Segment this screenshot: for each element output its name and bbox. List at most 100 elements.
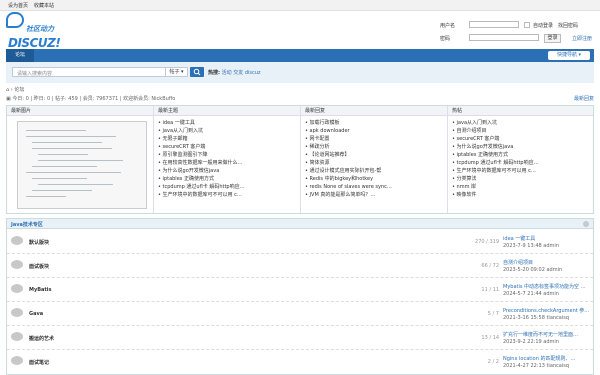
search-button[interactable] <box>190 67 204 77</box>
list-item[interactable]: • secureCRT 客户端 <box>452 135 539 143</box>
hot-search-item[interactable]: 交友 <box>233 70 243 76</box>
stat-posts: 帖子: 459 <box>55 96 78 102</box>
forum-row[interactable]: MyBatis 11 / 11 Mybatis 中动态标签事项功能为空 … 20… <box>7 279 593 302</box>
forum-row[interactable]: 默认版块 270 / 319 idea 一键工具 2023-7-9 13:48 … <box>7 231 593 254</box>
bookmark-link[interactable]: 收藏本站 <box>34 2 54 9</box>
forum-last-title[interactable]: 扩充行一维度而不可无一地里面… <box>503 331 591 338</box>
hot-search-item[interactable]: discuz <box>245 70 261 76</box>
forum-last-title[interactable]: Nginx location 的匹配规则、… <box>503 355 591 362</box>
forum-last-title[interactable]: idea 一键工具 <box>503 235 591 242</box>
collapse-toggle-icon[interactable] <box>583 221 589 227</box>
forum-icon <box>11 236 23 245</box>
list-item[interactable]: • JVM 真的能是那么简单吗？… <box>305 191 392 199</box>
latest-image-thumbnail[interactable] <box>17 121 147 209</box>
stat-members: 会员: 7967371 <box>82 96 119 102</box>
list-item[interactable]: • 生产环境中的数据库可不可以用 c… <box>158 191 245 199</box>
list-item[interactable]: • tcpdump 通过ufl卡 解码http响应… <box>452 159 539 167</box>
forum-last-meta: 2023-5-20 09:02 admin <box>503 267 563 273</box>
list-item[interactable]: • 在用较高性数据库一般用来做什么… <box>158 159 245 167</box>
list-item[interactable]: • java从入门到入坑 <box>452 119 539 127</box>
auto-login-checkbox[interactable] <box>524 22 530 28</box>
forum-name[interactable]: 搬运的艺术 <box>29 335 54 342</box>
search-type-select[interactable]: 帖子 ▾ <box>165 68 187 76</box>
stats-icon: ▣ <box>6 96 11 102</box>
list-item[interactable]: • 生产环境中的数据库可不可以用 c… <box>452 167 539 175</box>
forum-row[interactable]: 面试笔记 2 / 2 Nginx location 的匹配规则、… 2021-4… <box>7 351 593 374</box>
list-item[interactable]: • redis None of slaves were sync… <box>305 183 392 191</box>
list-item[interactable]: • 分类算法 <box>452 175 539 183</box>
logo-bubble-icon <box>6 12 24 28</box>
list-item[interactable]: • 网卡配置 <box>305 135 392 143</box>
list-item[interactable]: • apk downloader <box>305 127 392 135</box>
search-input[interactable]: 请输入搜索内容 帖子 ▾ <box>12 67 188 77</box>
set-homepage-link[interactable]: 设为首页 <box>8 2 28 9</box>
forum-count: 270 / 319 <box>475 239 499 245</box>
hot-search-item[interactable]: 活动 <box>222 70 232 76</box>
stat-today: 今日: 0 <box>12 96 29 102</box>
hot-threads-col: 热帖 • java从入门到入坑 • 自测介绍项目 • secureCRT 客户端… <box>448 106 593 213</box>
forum-row[interactable]: 搬运的艺术 13 / 14 扩充行一维度而不可无一地里面… 2023-9-2 2… <box>7 327 593 350</box>
forum-icon <box>11 308 23 317</box>
forum-icon <box>11 356 23 365</box>
forum-name[interactable]: 面试板块 <box>29 263 49 270</box>
forum-last-title[interactable]: Preconditions.checkArgument 参… <box>503 307 591 314</box>
latest-replies-list: • 加载行政模板 • apk downloader • 网卡配置 • 稀疏分析 … <box>305 119 392 199</box>
list-item[interactable]: • 【论道网站推荐】 <box>305 151 392 159</box>
list-item[interactable]: • 通过设计模式应用实际扒开包-帮 <box>305 167 392 175</box>
list-item[interactable]: • iptables 正确使用方式 <box>452 151 539 159</box>
list-item[interactable]: • 加载行政模板 <box>305 119 392 127</box>
forum-last-title[interactable]: 自测介绍项目 <box>503 259 591 266</box>
list-item[interactable]: • idea 一键工具 <box>158 119 245 127</box>
forum-last-meta: 2023-7-9 13:48 admin <box>503 243 559 249</box>
quick-nav-label: 快捷导航 <box>556 52 577 58</box>
grid-header: 最新图片 <box>7 106 153 116</box>
list-item[interactable]: • 稀疏分析 <box>305 143 392 151</box>
login-button[interactable]: 登录 <box>544 34 561 43</box>
forum-last-meta: 2021-3-16 15:58 tiancaisq <box>503 315 570 321</box>
top-bar: 设为首页 收藏本站 <box>0 0 600 11</box>
username-input[interactable] <box>469 21 519 28</box>
section-title[interactable]: Java技术专区 <box>11 221 43 228</box>
hot-search-label: 热搜: <box>208 70 220 76</box>
forum-row[interactable]: 面试板块 66 / 72 自测介绍项目 2023-5-20 09:02 admi… <box>7 255 593 278</box>
register-link[interactable]: 立即注册 <box>572 35 592 42</box>
list-item[interactable]: • nmm 岸 <box>452 183 539 191</box>
search-bar: 请输入搜索内容 帖子 ▾ 热搜: 活动 交友 discuz <box>6 62 594 83</box>
forum-stats: ▣ 今日: 0 | 昨日: 0 | 帖子: 459 | 会员: 7967371 … <box>6 95 594 102</box>
main-nav: 论坛 快捷导航 ▾ <box>6 49 594 62</box>
list-item[interactable]: • 映像软件 <box>452 191 539 199</box>
list-item[interactable]: • 原引擎监测图引下降 <box>158 151 245 159</box>
forum-name[interactable]: 面试笔记 <box>29 359 49 366</box>
site-logo[interactable]: 社区动力 DISCUZ! <box>6 12 66 50</box>
latest-replies-link[interactable]: 最新回复 <box>574 95 594 102</box>
nav-home-tab[interactable]: 论坛 <box>6 49 34 62</box>
forum-name[interactable]: 默认版块 <box>29 239 49 246</box>
forum-count: 11 / 11 <box>481 287 499 293</box>
latest-threads-col: 最新主题 • idea 一键工具 • java从入门到入坑 • 无限子邮箱 • … <box>154 106 301 213</box>
forum-count: 13 / 14 <box>481 335 499 341</box>
list-item[interactable]: • 为什么说go开发微信java <box>158 167 245 175</box>
list-item[interactable]: • iptables 正确使用方式 <box>158 175 245 183</box>
grid-header: 最新回复 <box>301 106 447 116</box>
grid-header: 热帖 <box>448 106 593 116</box>
home-icon[interactable]: ⌂ <box>6 87 9 93</box>
stat-newest-member[interactable]: 欢迎新会员: NickBuffo <box>123 96 175 102</box>
forum-count: 5 / 7 <box>487 311 499 317</box>
forum-row[interactable]: Gava 5 / 7 Preconditions.checkArgument 参… <box>7 303 593 326</box>
list-item[interactable]: • 为什么说go开发微信java <box>452 143 539 151</box>
forum-last-title[interactable]: Mybatis 中动态标签事项功能为空 … <box>503 283 591 290</box>
latest-replies-col: 最新回复 • 加载行政模板 • apk downloader • 网卡配置 • … <box>301 106 448 213</box>
find-password-link[interactable]: 找回密码 <box>558 22 578 29</box>
breadcrumb-item[interactable]: 论坛 <box>14 87 24 93</box>
list-item[interactable]: • Redis 中的bigkey和hotkey <box>305 175 392 183</box>
forum-name[interactable]: MyBatis <box>29 287 52 293</box>
list-item[interactable]: • secureCRT 客户端 <box>158 143 245 151</box>
quick-nav-button[interactable]: 快捷导航 ▾ <box>548 51 590 60</box>
password-input[interactable] <box>469 34 539 41</box>
list-item[interactable]: • java从入门到入坑 <box>158 127 245 135</box>
forum-name[interactable]: Gava <box>29 311 43 317</box>
list-item[interactable]: • 自测介绍项目 <box>452 127 539 135</box>
list-item[interactable]: • 无限子邮箱 <box>158 135 245 143</box>
list-item[interactable]: • tcpdump 通过ufl卡 解码http响应… <box>158 183 245 191</box>
list-item[interactable]: • 简体资源 <box>305 159 392 167</box>
